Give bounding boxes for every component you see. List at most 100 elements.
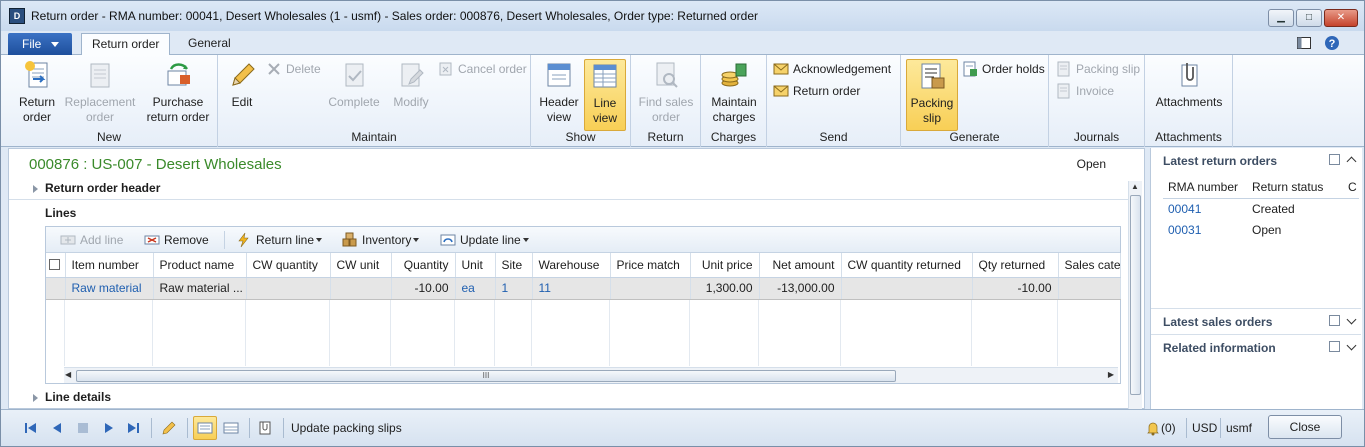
- return-line-menu[interactable]: Return line: [236, 231, 323, 249]
- remove-line-button[interactable]: Remove: [144, 231, 209, 249]
- list-item[interactable]: 00041 Created: [1163, 198, 1359, 219]
- factbox-options-icon[interactable]: [1329, 154, 1340, 165]
- sales-category-cell[interactable]: [1058, 277, 1121, 300]
- column-header[interactable]: Qty returned: [972, 253, 1059, 278]
- cw-quantity-returned-cell[interactable]: [841, 277, 973, 300]
- column-header[interactable]: Site: [495, 253, 533, 278]
- cw-quantity-cell[interactable]: [246, 277, 331, 300]
- column-header[interactable]: Net amount: [759, 253, 842, 278]
- tab-general[interactable]: General: [178, 33, 241, 56]
- edit-button[interactable]: Edit: [224, 59, 260, 110]
- rma-link[interactable]: 00031: [1163, 219, 1247, 240]
- quantity-cell[interactable]: -10.00: [391, 277, 456, 300]
- alerts-count[interactable]: (0): [1161, 421, 1176, 435]
- list-item[interactable]: 00031 Open: [1163, 219, 1359, 240]
- table-row[interactable]: Raw material Raw material ... -10.00 ea …: [46, 277, 1121, 300]
- send-return-order-button[interactable]: Return order: [773, 82, 860, 100]
- replacement-order-button[interactable]: Replacement order: [63, 59, 137, 125]
- purchase-return-order-button[interactable]: Purchase return order: [143, 59, 213, 125]
- unit-cell[interactable]: ea: [455, 277, 496, 300]
- company-indicator[interactable]: usmf: [1226, 421, 1252, 435]
- line-view-button[interactable]: Line view: [584, 59, 626, 131]
- journal-invoice-button[interactable]: Invoice: [1056, 82, 1114, 100]
- chevron-down-icon[interactable]: [1346, 340, 1357, 350]
- edit-mode-icon[interactable]: [161, 420, 177, 436]
- header-view-button[interactable]: Header view: [537, 59, 581, 125]
- scroll-right-icon[interactable]: ▶: [1108, 370, 1114, 379]
- fasttab-return-order-header[interactable]: Return order header: [9, 178, 1129, 200]
- add-line-button[interactable]: Add line: [60, 231, 123, 249]
- column-header[interactable]: Item number: [65, 253, 154, 278]
- factbox-options-icon[interactable]: [1329, 315, 1340, 326]
- last-record-icon[interactable]: [125, 420, 141, 436]
- column-header[interactable]: CW quantity returned: [841, 253, 973, 278]
- product-name-cell[interactable]: Raw material ...: [153, 277, 247, 300]
- generate-packing-slip-button[interactable]: Packing slip: [906, 59, 958, 131]
- qty-returned-cell[interactable]: -10.00: [972, 277, 1059, 300]
- grid-view-icon[interactable]: [75, 420, 91, 436]
- minimize-button[interactable]: ▁: [1268, 9, 1294, 27]
- column-header[interactable]: Unit: [455, 253, 496, 278]
- attachments-button[interactable]: Attachments: [1153, 59, 1225, 110]
- rma-link[interactable]: 00041: [1163, 198, 1247, 219]
- send-acknowledgement-button[interactable]: Acknowledgement: [773, 60, 891, 78]
- details-view-toggle[interactable]: [193, 416, 217, 440]
- factbox-latest-sales-orders[interactable]: Latest sales orders: [1151, 308, 1361, 332]
- row-selector[interactable]: [46, 277, 66, 300]
- return-order-button[interactable]: Return order: [11, 59, 63, 125]
- next-record-icon[interactable]: [101, 420, 117, 436]
- column-header[interactable]: Return status: [1247, 176, 1343, 199]
- close-window-button[interactable]: ✕: [1324, 9, 1358, 27]
- column-header[interactable]: RMA number: [1163, 176, 1247, 199]
- document-handling-icon[interactable]: [257, 420, 273, 436]
- complete-button[interactable]: Complete: [324, 59, 384, 110]
- cancel-order-button[interactable]: Cancel order: [438, 60, 527, 78]
- column-header[interactable]: Product name: [153, 253, 247, 278]
- net-amount-cell[interactable]: -13,000.00: [759, 277, 842, 300]
- grid-list-icon[interactable]: [223, 420, 239, 436]
- help-icon[interactable]: ?: [1324, 35, 1340, 51]
- horizontal-scroll-thumb[interactable]: III: [76, 370, 896, 382]
- column-header[interactable]: CW unit: [330, 253, 392, 278]
- order-holds-button[interactable]: Order holds: [962, 60, 1045, 78]
- vertical-scroll-thumb[interactable]: [1130, 195, 1141, 395]
- find-sales-order-button[interactable]: Find sales order: [635, 59, 697, 125]
- factbox-latest-return-orders[interactable]: Latest return orders: [1151, 148, 1361, 172]
- column-header[interactable]: Price match: [610, 253, 691, 278]
- inventory-menu[interactable]: Inventory: [342, 231, 420, 249]
- column-header[interactable]: Warehouse: [532, 253, 611, 278]
- column-header[interactable]: Unit price: [690, 253, 760, 278]
- select-all-checkbox[interactable]: [49, 259, 60, 271]
- tab-file[interactable]: File: [8, 33, 72, 55]
- modify-button[interactable]: Modify: [386, 59, 436, 110]
- unit-price-cell[interactable]: 1,300.00: [690, 277, 760, 300]
- update-line-menu[interactable]: Update line: [440, 231, 529, 249]
- layout-icon[interactable]: [1296, 35, 1312, 51]
- first-record-icon[interactable]: [23, 420, 39, 436]
- column-header[interactable]: Sales categ: [1058, 253, 1121, 278]
- currency-indicator[interactable]: USD: [1192, 421, 1217, 435]
- vertical-scrollbar[interactable]: ▲: [1128, 181, 1142, 409]
- price-match-cell[interactable]: [610, 277, 691, 300]
- bell-icon[interactable]: [1145, 420, 1161, 436]
- scroll-left-icon[interactable]: ◀: [65, 370, 71, 379]
- close-button[interactable]: Close: [1268, 415, 1342, 439]
- maintain-charges-button[interactable]: Maintain charges: [706, 59, 762, 125]
- chevron-up-icon[interactable]: [1346, 156, 1357, 167]
- journal-packing-slip-button[interactable]: Packing slip: [1056, 60, 1140, 78]
- factbox-options-icon[interactable]: [1329, 341, 1340, 352]
- maximize-button[interactable]: □: [1296, 9, 1322, 27]
- item-number-cell[interactable]: Raw material: [65, 277, 154, 300]
- column-header[interactable]: Quantity: [391, 253, 456, 278]
- horizontal-scrollbar[interactable]: ◀ III ▶: [64, 367, 1118, 383]
- scroll-up-icon[interactable]: ▲: [1131, 182, 1139, 191]
- fasttab-line-details[interactable]: Line details: [9, 387, 1129, 409]
- column-header[interactable]: CW quantity: [246, 253, 331, 278]
- tab-return-order[interactable]: Return order: [81, 33, 171, 56]
- factbox-related-information[interactable]: Related information: [1151, 334, 1361, 358]
- site-cell[interactable]: 1: [495, 277, 533, 300]
- chevron-down-icon[interactable]: [1346, 314, 1357, 324]
- previous-record-icon[interactable]: [49, 420, 65, 436]
- warehouse-cell[interactable]: 11: [532, 277, 611, 300]
- cw-unit-cell[interactable]: [330, 277, 392, 300]
